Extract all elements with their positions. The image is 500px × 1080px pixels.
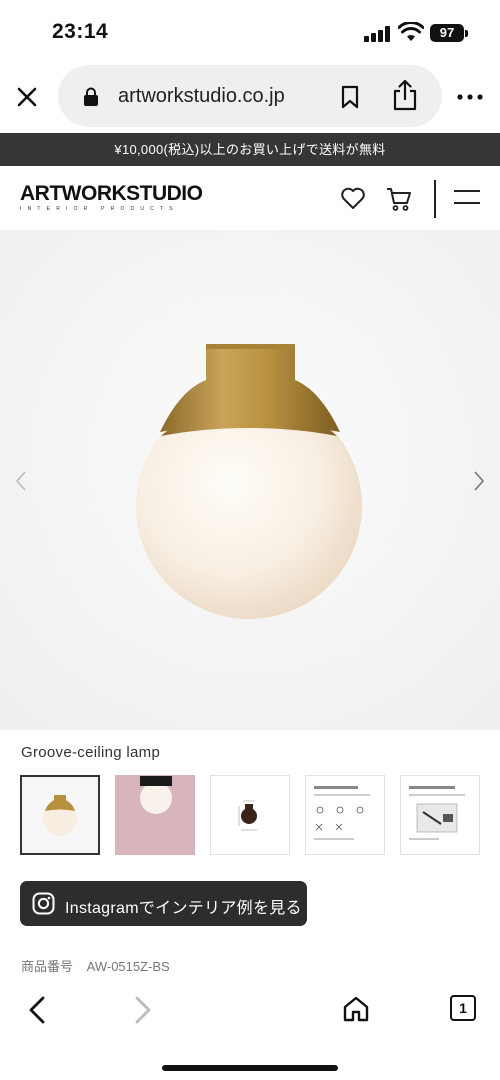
header-divider [434,180,436,218]
share-icon[interactable] [392,79,418,111]
thumbnail-installation-sheet [401,776,479,854]
sku-label: 商品番号 [21,959,74,974]
carousel-next-icon[interactable] [472,470,486,492]
heart-icon[interactable] [340,186,366,210]
tabs-icon[interactable]: 1 [450,995,476,1021]
lock-icon [84,87,98,106]
back-icon[interactable] [26,995,48,1025]
thumbnail-2[interactable] [115,775,195,855]
bookmark-icon[interactable] [340,85,360,109]
thumbnail-3[interactable] [210,775,290,855]
sku-value: AW-0515Z-BS [86,959,170,974]
logo-main-text: ARTWORKSTUDIO [20,182,203,205]
browser-toolbar: artworkstudio.co.jp [0,62,500,132]
site-logo[interactable]: ARTWORKSTUDIO INTERIOR PRODUCTS [20,182,203,212]
status-bar: 23:14 97 [0,0,500,62]
home-indicator [162,1065,338,1071]
instagram-icon [32,892,55,915]
thumbnail-instruction-sheet [306,776,384,854]
shipping-banner: ¥10,000(税込)以上のお買い上げで送料が無料 [0,133,500,166]
cart-icon[interactable] [386,186,412,212]
instagram-examples-button[interactable]: Instagramでインテリア例を見る [20,881,307,926]
status-time: 23:14 [52,20,109,43]
thumbnail-4[interactable] [305,775,385,855]
menu-icon[interactable] [454,188,480,206]
thumbnail-dimension-diagram [211,776,289,854]
thumbnail-lamp-image [22,777,98,853]
signal-icon [364,26,390,42]
battery-tip [465,30,468,37]
logo-sub-text: INTERIOR PRODUCTS [20,206,179,212]
site-header: ARTWORKSTUDIO INTERIOR PRODUCTS [0,166,500,230]
forward-icon[interactable] [132,995,154,1025]
thumbnail-strip [20,775,480,855]
product-name: Groove-ceiling lamp [21,744,161,761]
wifi-icon [398,22,424,41]
address-bar[interactable]: artworkstudio.co.jp [58,65,442,127]
browser-bottom-nav: 1 [0,985,500,1080]
battery-icon: 97 [430,24,464,42]
close-icon[interactable] [10,80,44,114]
thumbnail-1[interactable] [20,775,100,855]
carousel-prev-icon[interactable] [14,470,28,492]
url-text[interactable]: artworkstudio.co.jp [118,85,285,108]
product-sku: 商品番号 AW-0515Z-BS [21,956,170,975]
lamp-product-photo [0,230,500,730]
home-icon[interactable] [342,995,370,1023]
more-icon[interactable] [456,92,484,102]
thumbnail-5[interactable] [400,775,480,855]
thumbnail-pink-image [116,776,194,854]
product-image-carousel[interactable] [0,230,500,730]
instagram-button-label: Instagramでインテリア例を見る [65,900,302,917]
